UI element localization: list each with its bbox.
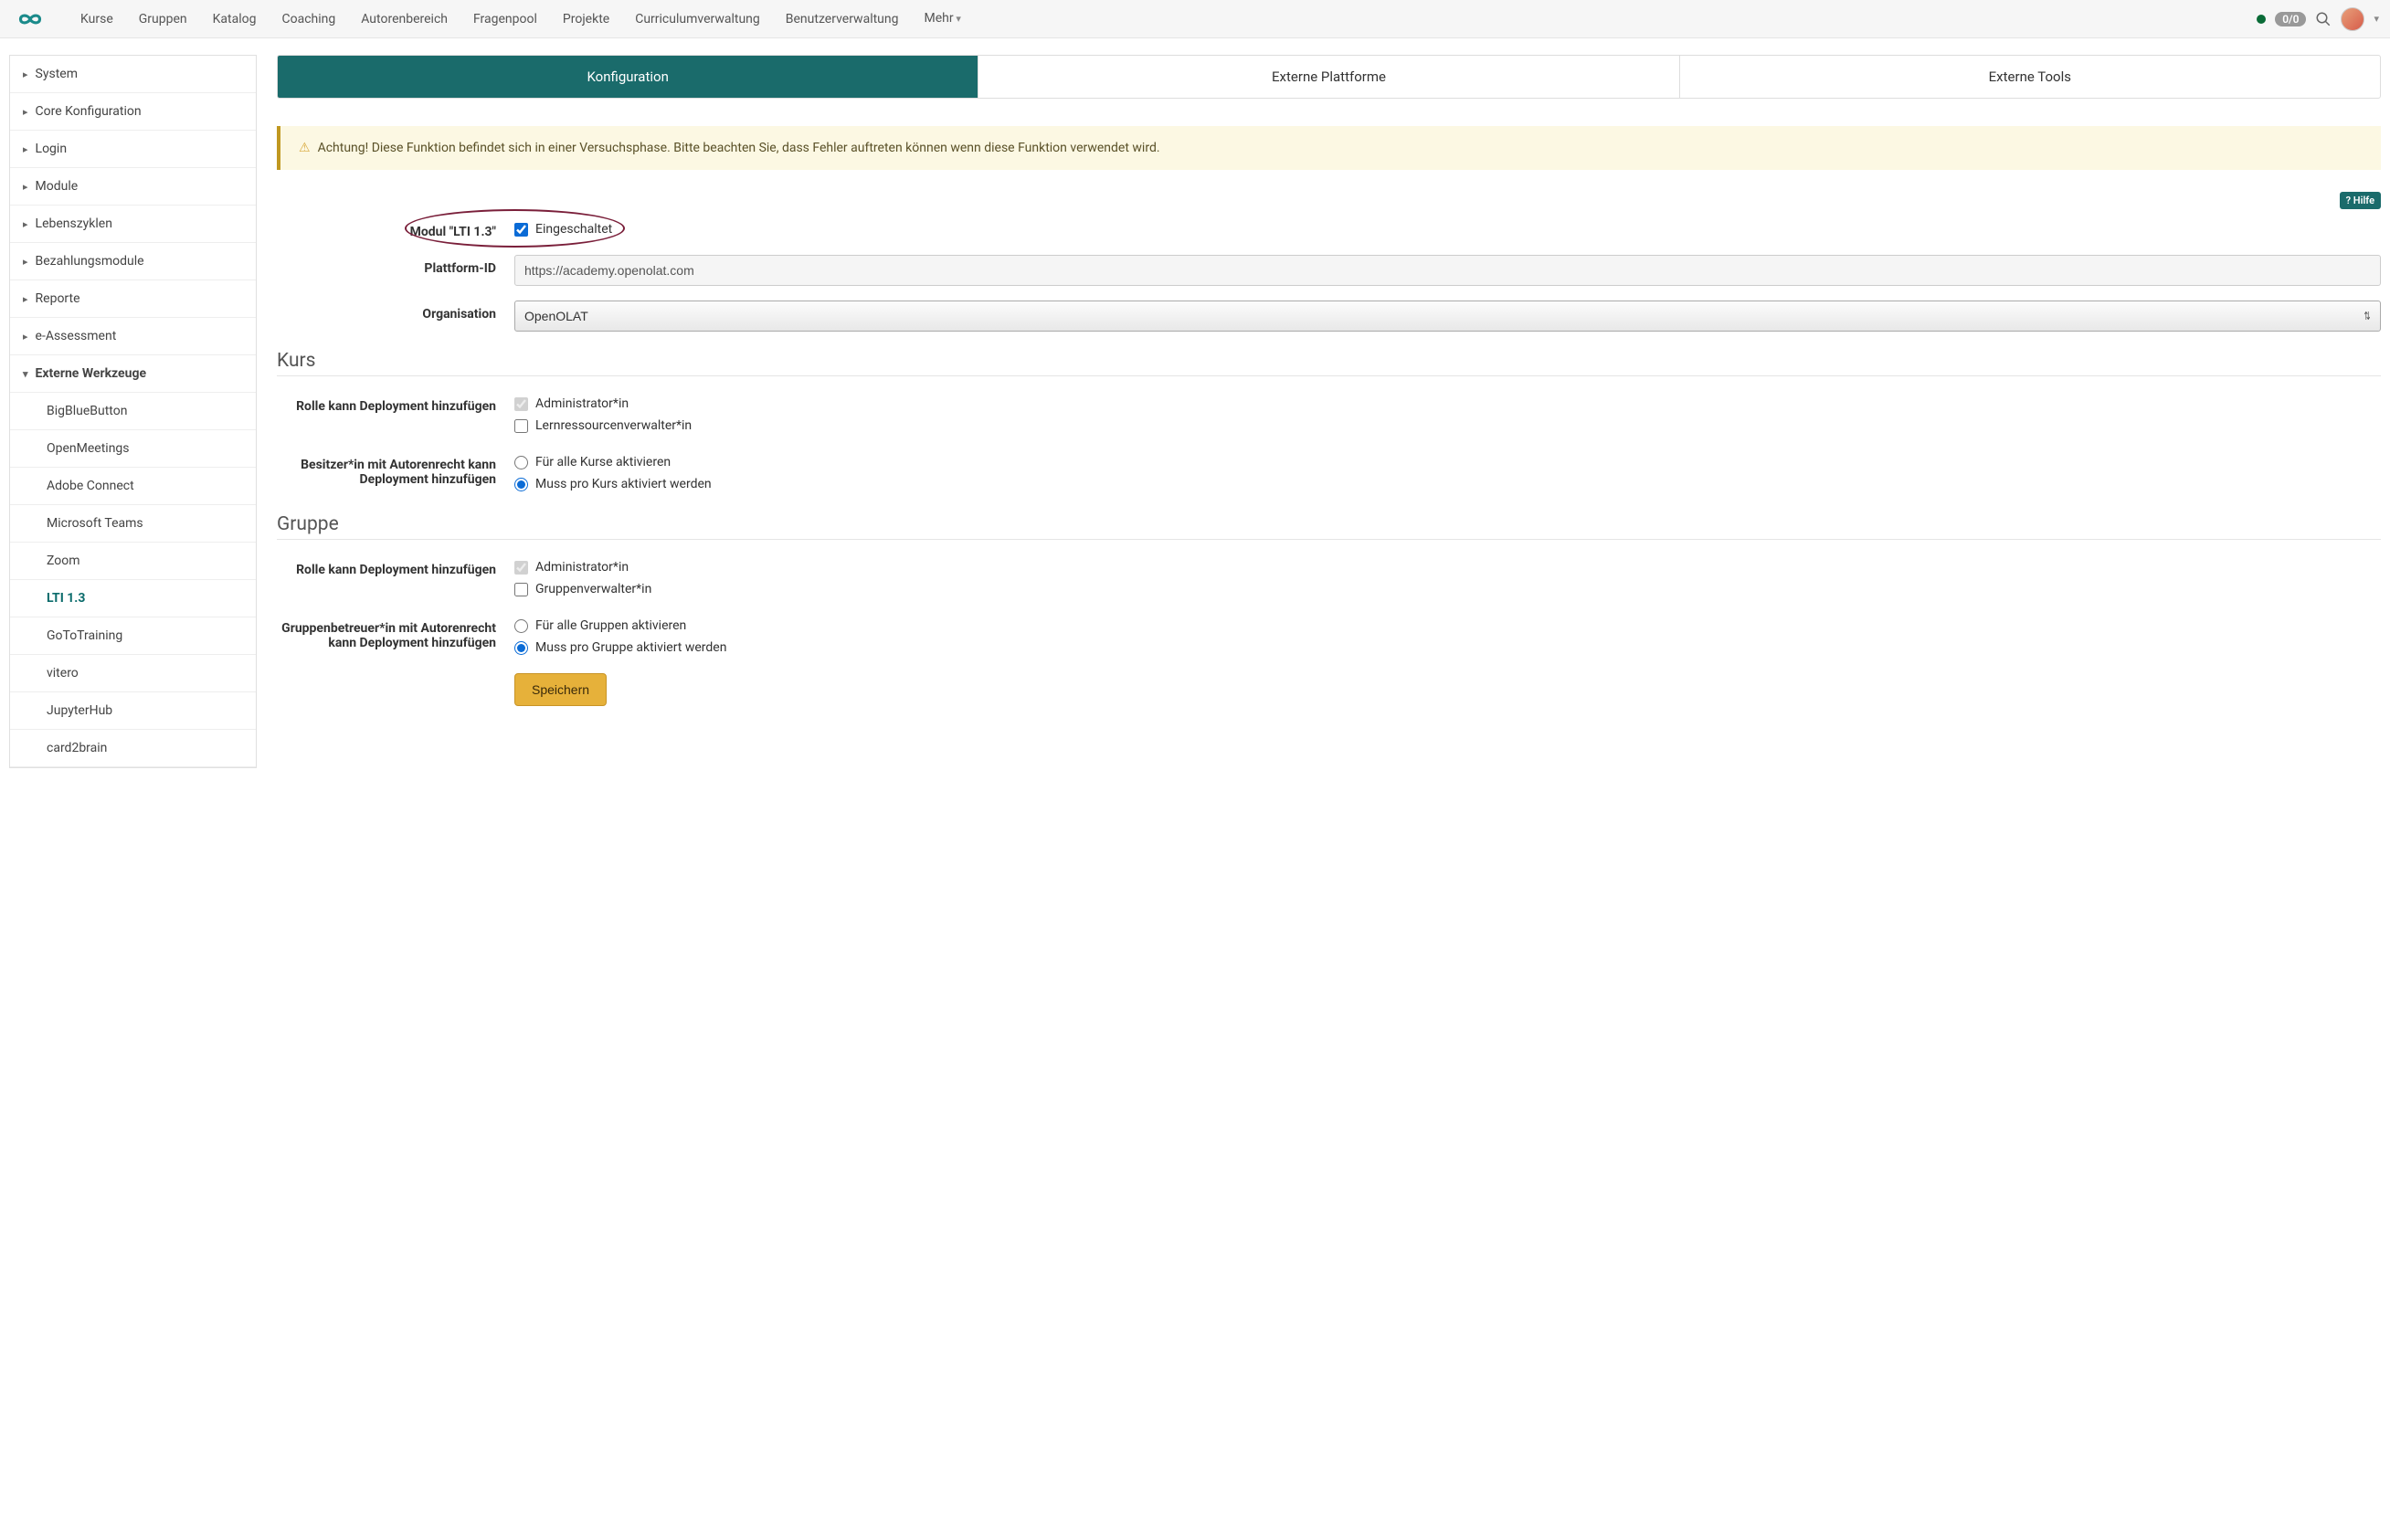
kurs-owner-per-input[interactable] xyxy=(514,478,528,491)
nav-items: Kurse Gruppen Katalog Coaching Autorenbe… xyxy=(68,0,2257,38)
tab-externe-plattforme[interactable]: Externe Plattforme xyxy=(978,56,1679,98)
sidebar-sub-adobe-connect[interactable]: Adobe Connect xyxy=(10,468,256,505)
kurs-role-lrv-input[interactable] xyxy=(514,419,528,433)
module-enabled-label: Eingeschaltet xyxy=(535,222,612,237)
module-label: Modul "LTI 1.3" xyxy=(277,218,514,239)
gruppe-coach-per[interactable]: Muss pro Gruppe aktiviert werden xyxy=(514,637,2381,659)
nav-autorenbereich[interactable]: Autorenbereich xyxy=(348,0,460,38)
help-button[interactable]: Hilfe xyxy=(2340,192,2381,209)
nav-coaching[interactable]: Coaching xyxy=(270,0,349,38)
sidebar-sub-gototraining[interactable]: GoToTraining xyxy=(10,617,256,655)
kurs-owner-all-input[interactable] xyxy=(514,456,528,469)
save-button[interactable]: Speichern xyxy=(514,673,607,706)
gruppe-coach-label: Gruppenbetreuer*in mit Autorenrecht kann… xyxy=(277,615,514,650)
sidebar-item-lebenszyklen[interactable]: Lebenszyklen xyxy=(10,206,256,243)
organisation-label: Organisation xyxy=(277,301,514,322)
tab-konfiguration[interactable]: Konfiguration xyxy=(278,56,978,98)
status-indicator-icon xyxy=(2257,15,2266,24)
kurs-owner-all-label: Für alle Kurse aktivieren xyxy=(535,455,671,469)
organisation-select[interactable]: OpenOLAT xyxy=(514,301,2381,332)
kurs-owner-per-label: Muss pro Kurs aktiviert werden xyxy=(535,477,712,491)
counter-badge[interactable]: 0/0 xyxy=(2275,12,2306,26)
kurs-owner-per[interactable]: Muss pro Kurs aktiviert werden xyxy=(514,473,2381,495)
kurs-role-label: Rolle kann Deployment hinzufügen xyxy=(277,393,514,414)
kurs-role-admin-input[interactable] xyxy=(514,397,528,411)
sidebar-item-e-assessment[interactable]: e-Assessment xyxy=(10,318,256,355)
nav-gruppen[interactable]: Gruppen xyxy=(126,0,200,38)
nav-kurse[interactable]: Kurse xyxy=(68,0,126,38)
gruppe-role-grv-input[interactable] xyxy=(514,583,528,596)
sidebar-sub-card2brain[interactable]: card2brain xyxy=(10,730,256,767)
gruppe-role-label: Rolle kann Deployment hinzufügen xyxy=(277,556,514,577)
warning-text: Achtung! Diese Funktion befindet sich in… xyxy=(318,141,1160,155)
sidebar-item-reporte[interactable]: Reporte xyxy=(10,280,256,318)
kurs-role-lrv-label: Lernressourcenverwalter*in xyxy=(535,418,692,433)
kurs-owner-label: Besitzer*in mit Autorenrecht kann Deploy… xyxy=(277,451,514,487)
sidebar-sub-microsoft-teams[interactable]: Microsoft Teams xyxy=(10,505,256,543)
platform-id-label: Plattform-ID xyxy=(277,255,514,276)
nav-more[interactable]: Mehr xyxy=(912,0,974,38)
search-icon[interactable] xyxy=(2315,11,2332,27)
gruppe-coach-all[interactable]: Für alle Gruppen aktivieren xyxy=(514,615,2381,637)
warning-icon: ⚠ xyxy=(299,141,311,155)
sidebar-sub-vitero[interactable]: vitero xyxy=(10,655,256,692)
nav-benutzerverwaltung[interactable]: Benutzerverwaltung xyxy=(773,0,912,38)
nav-katalog[interactable]: Katalog xyxy=(200,0,270,38)
section-divider xyxy=(277,375,2381,376)
sidebar-item-bezahlungsmodule[interactable]: Bezahlungsmodule xyxy=(10,243,256,280)
infinity-logo-icon xyxy=(11,7,49,31)
nav-right: 0/0 ▾ xyxy=(2257,7,2379,31)
kurs-role-admin-label: Administrator*in xyxy=(535,396,629,411)
sidebar: System Core Konfiguration Login Module L… xyxy=(9,55,257,768)
kurs-heading: Kurs xyxy=(277,350,2381,372)
sidebar-sub-bigbluebutton[interactable]: BigBlueButton xyxy=(10,393,256,430)
main-content: Konfiguration Externe Plattforme Externe… xyxy=(277,55,2381,721)
sidebar-item-login[interactable]: Login xyxy=(10,131,256,168)
gruppe-coach-per-input[interactable] xyxy=(514,641,528,655)
gruppe-role-grv[interactable]: Gruppenverwalter*in xyxy=(514,578,2381,600)
nav-projekte[interactable]: Projekte xyxy=(550,0,622,38)
nav-curriculumverwaltung[interactable]: Curriculumverwaltung xyxy=(622,0,773,38)
sidebar-sub-lti13[interactable]: LTI 1.3 xyxy=(10,580,256,617)
tab-externe-tools[interactable]: Externe Tools xyxy=(1680,56,2380,98)
sidebar-item-core-konfiguration[interactable]: Core Konfiguration xyxy=(10,93,256,131)
sidebar-item-system[interactable]: System xyxy=(10,56,256,93)
sidebar-sub-zoom[interactable]: Zoom xyxy=(10,543,256,580)
gruppe-coach-all-input[interactable] xyxy=(514,619,528,633)
nav-fragenpool[interactable]: Fragenpool xyxy=(460,0,550,38)
gruppe-role-admin-label: Administrator*in xyxy=(535,560,629,575)
gruppe-coach-per-label: Muss pro Gruppe aktiviert werden xyxy=(535,640,726,655)
gruppe-role-grv-label: Gruppenverwalter*in xyxy=(535,582,651,596)
platform-id-input[interactable] xyxy=(514,255,2381,286)
sidebar-sub-jupyterhub[interactable]: JupyterHub xyxy=(10,692,256,730)
logo[interactable] xyxy=(11,7,49,31)
gruppe-role-admin[interactable]: Administrator*in xyxy=(514,556,2381,578)
top-navigation: Kurse Gruppen Katalog Coaching Autorenbe… xyxy=(0,0,2390,38)
tab-bar: Konfiguration Externe Plattforme Externe… xyxy=(277,55,2381,99)
sidebar-item-module[interactable]: Module xyxy=(10,168,256,206)
kurs-owner-all[interactable]: Für alle Kurse aktivieren xyxy=(514,451,2381,473)
warning-alert: ⚠ Achtung! Diese Funktion befindet sich … xyxy=(277,126,2381,170)
sidebar-item-externe-werkzeuge[interactable]: Externe Werkzeuge xyxy=(10,355,256,393)
user-avatar[interactable] xyxy=(2341,7,2364,31)
module-enabled-input[interactable] xyxy=(514,223,528,237)
kurs-role-admin[interactable]: Administrator*in xyxy=(514,393,2381,415)
gruppe-role-admin-input[interactable] xyxy=(514,561,528,575)
kurs-role-lrv[interactable]: Lernressourcenverwalter*in xyxy=(514,415,2381,437)
module-enabled-checkbox[interactable]: Eingeschaltet xyxy=(514,218,612,240)
gruppe-coach-all-label: Für alle Gruppen aktivieren xyxy=(535,618,686,633)
user-menu-caret-icon[interactable]: ▾ xyxy=(2374,13,2379,25)
section-divider xyxy=(277,539,2381,540)
sidebar-sub-openmeetings[interactable]: OpenMeetings xyxy=(10,430,256,468)
gruppe-heading: Gruppe xyxy=(277,513,2381,535)
